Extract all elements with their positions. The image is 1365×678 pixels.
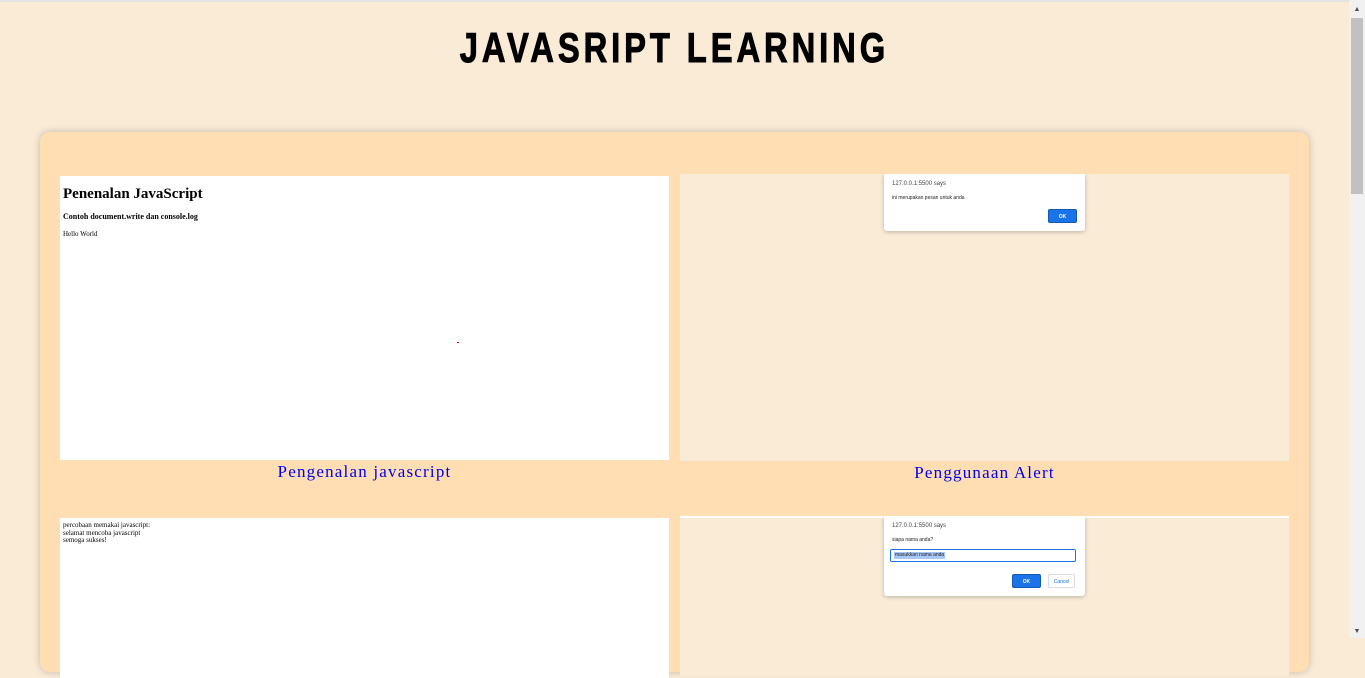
prompt-origin: 127.0.0.1:5500 says (892, 523, 947, 529)
gallery-card: Penenalan JavaScript Contoh document.wri… (40, 132, 1309, 678)
preview-text: Hello World (63, 230, 98, 238)
alert-ok-button: OK (1048, 209, 1077, 223)
preview-document-write[interactable]: percobaan memakai javascript: selamat me… (60, 518, 669, 678)
arrow-down-icon[interactable]: ▼ (1349, 624, 1365, 638)
preview-prompt[interactable]: 127.0.0.1:5500 says siapa nama anda? mas… (680, 516, 1289, 676)
vertical-scrollbar[interactable]: ▲ ▼ (1349, 0, 1365, 638)
prompt-message: siapa nama anda? (892, 537, 934, 543)
preview-line: semoga sukses! (63, 536, 107, 544)
cursor-dot (457, 342, 459, 343)
top-border (0, 0, 1349, 2)
prompt-dialog: 127.0.0.1:5500 says siapa nama anda? mas… (884, 516, 1085, 596)
alert-origin: 127.0.0.1:5500 says (892, 181, 947, 187)
preview-lines: percobaan memakai javascript: selamat me… (63, 521, 150, 545)
link-penggunaan-alert[interactable]: Penggunaan Alert (680, 463, 1289, 483)
alert-message: ini merupakan pesan untuk anda (892, 195, 965, 201)
preview-subheading: Contoh document.write dan console.log (63, 212, 198, 221)
preview-penggunaan-alert[interactable]: 127.0.0.1:5500 says ini merupakan pesan … (680, 174, 1289, 461)
prompt-input-value: masukkan nama anda (894, 552, 946, 559)
preview-pengenalan-javascript[interactable]: Penenalan JavaScript Contoh document.wri… (60, 176, 669, 460)
preview-heading: Penenalan JavaScript (63, 186, 203, 202)
alert-dialog: 127.0.0.1:5500 says ini merupakan pesan … (884, 174, 1085, 231)
link-pengenalan-javascript[interactable]: Pengenalan javascript (60, 462, 669, 482)
prompt-ok-button: OK (1012, 574, 1041, 588)
prompt-cancel-button: Cancel (1048, 574, 1075, 588)
scrollbar-thumb[interactable] (1351, 18, 1363, 194)
arrow-up-icon[interactable]: ▲ (1349, 2, 1365, 16)
page-title: JAVASRIPT LEARNING (459, 24, 890, 72)
prompt-input: masukkan nama anda (890, 549, 1076, 562)
